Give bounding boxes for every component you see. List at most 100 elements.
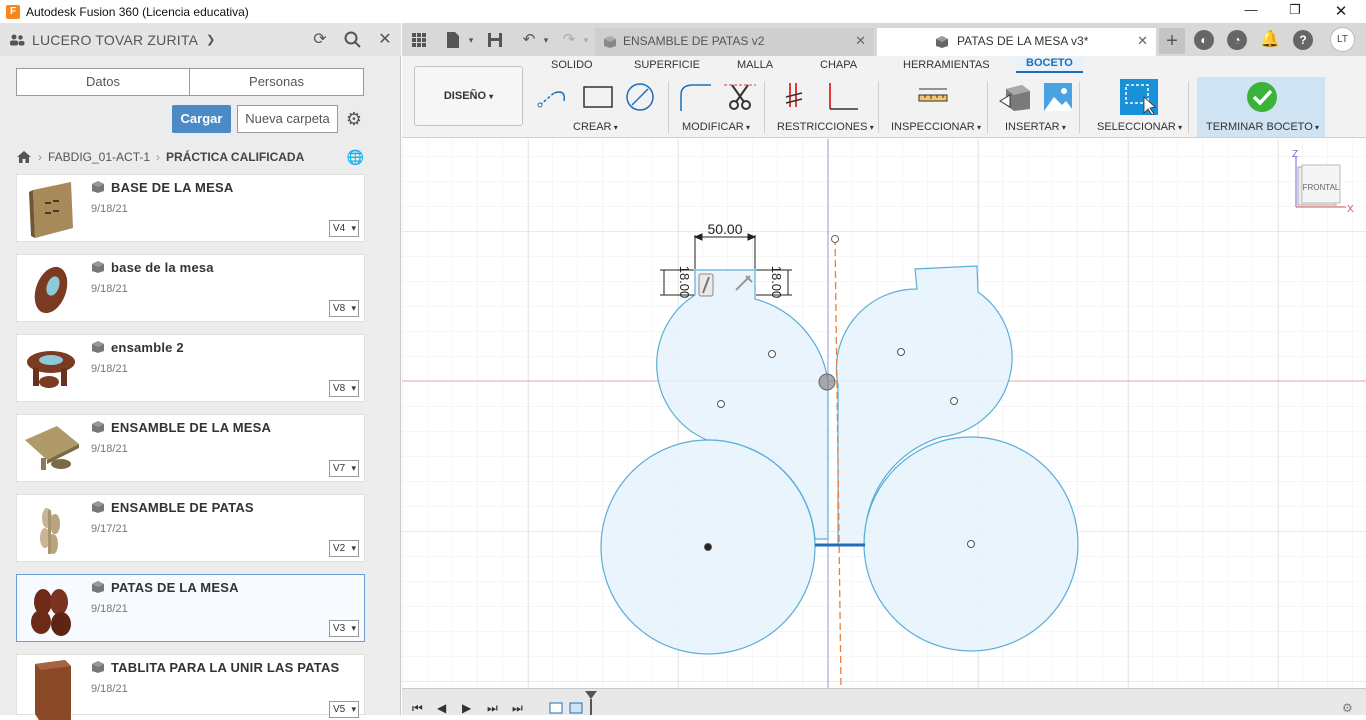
construction-endpoint[interactable] (831, 235, 839, 243)
chevron-down-icon[interactable]: ❯ (206, 33, 215, 46)
file-card-selected[interactable]: PATAS DE LA MESA 9/18/21 V3 (16, 574, 365, 642)
axis-x-label: X (1347, 204, 1354, 215)
step-back-icon[interactable]: ◀ (437, 701, 446, 715)
tab-solido[interactable]: SOLIDO (551, 59, 593, 71)
go-to-start-icon[interactable]: ⏮ (412, 701, 423, 716)
sketch-origin-point[interactable] (818, 373, 836, 391)
finish-sketch-button[interactable]: TERMINAR BOCETO (1206, 121, 1319, 133)
line-tool-icon[interactable] (536, 81, 572, 113)
breadcrumb-folder[interactable]: PRÁCTICA CALIFICADA (166, 150, 304, 164)
save-icon[interactable] (484, 29, 506, 51)
search-icon[interactable] (343, 30, 363, 50)
user-name-dropdown[interactable]: LUCERO TOVAR ZURITA (32, 32, 198, 48)
play-icon[interactable]: ▶ (462, 701, 471, 715)
extensions-icon[interactable]: ◐ (1194, 30, 1214, 50)
job-status-icon[interactable]: ◔ (1227, 30, 1247, 50)
component-icon (92, 581, 104, 593)
timeline-feature-icon[interactable] (548, 699, 564, 715)
tab-personas[interactable]: Personas (189, 68, 364, 96)
file-card[interactable]: BASE DE LA MESA 9/18/21 V4 (16, 174, 365, 242)
minimize-icon[interactable]: — (1241, 2, 1261, 20)
sketch-viewport[interactable]: 50.00 18.00 18.00 FRONTAL Z X (402, 139, 1366, 688)
new-folder-button[interactable]: Nueva carpeta (237, 105, 338, 133)
close-window-icon[interactable]: ✕ (1331, 2, 1351, 20)
version-dropdown[interactable]: V8 (329, 380, 359, 397)
timeline-sketch-icon[interactable] (568, 699, 584, 715)
breadcrumb-project[interactable]: FABDIG_01-ACT-1 (48, 150, 150, 164)
fixed-center-point[interactable] (704, 543, 712, 551)
file-card[interactable]: ENSAMBLE DE PATAS 9/17/21 V2 (16, 494, 365, 562)
go-to-end-icon[interactable]: ⏭ (512, 701, 523, 716)
group-seleccionar[interactable]: SELECCIONAR (1097, 121, 1182, 133)
tab-ensamble-de-patas[interactable]: ENSAMBLE DE PATAS v2 ✕ (595, 28, 874, 56)
group-insertar[interactable]: INSERTAR (1005, 121, 1066, 133)
new-tab-icon[interactable]: + (1159, 28, 1185, 54)
tab-patas-de-la-mesa[interactable]: PATAS DE LA MESA v3* ✕ (877, 28, 1156, 56)
close-panel-icon[interactable]: ✕ (375, 30, 395, 50)
restore-icon[interactable]: ❐ (1285, 2, 1305, 20)
file-name: BASE DE LA MESA (111, 180, 234, 195)
globe-icon[interactable]: 🌐 (347, 149, 364, 166)
help-icon[interactable]: ? (1293, 30, 1313, 50)
fillet-tool-icon[interactable] (677, 81, 713, 113)
workspace-dropdown[interactable]: DISEÑO ▾ (414, 66, 523, 126)
coincident-constraint-icon[interactable] (782, 81, 818, 113)
component-icon (92, 661, 104, 673)
version-dropdown[interactable]: V7 (329, 460, 359, 477)
group-inspeccionar[interactable]: INSPECCIONAR (891, 121, 981, 133)
tab-herramientas[interactable]: HERRAMIENTAS (903, 59, 990, 71)
tab-chapa[interactable]: CHAPA (820, 59, 857, 71)
version-dropdown[interactable]: V4 (329, 220, 359, 237)
view-cube-face-label[interactable]: FRONTAL (1303, 183, 1340, 192)
version-dropdown[interactable]: V5 (329, 701, 359, 718)
file-date: 9/18/21 (91, 603, 128, 615)
timeline-settings-icon[interactable]: ⚙ (1342, 701, 1353, 715)
file-name: ENSAMBLE DE LA MESA (111, 420, 272, 435)
file-date: 9/18/21 (91, 363, 128, 375)
close-tab-icon[interactable]: ✕ (855, 28, 866, 54)
grid-menu-icon[interactable] (408, 29, 430, 51)
file-card[interactable]: base de la mesa 9/18/21 V8 (16, 254, 365, 322)
version-dropdown[interactable]: V2 (329, 540, 359, 557)
group-restricciones[interactable]: RESTRICCIONES (777, 121, 874, 133)
dimension-right-label[interactable]: 18.00 (769, 266, 784, 299)
dimension-width-label[interactable]: 50.00 (707, 221, 742, 237)
finish-sketch-check-icon[interactable] (1244, 81, 1280, 113)
group-crear[interactable]: CREAR (573, 121, 618, 133)
perpendicular-constraint-icon[interactable] (826, 81, 862, 113)
refresh-icon[interactable]: ⟳ (310, 30, 330, 50)
rectangle-tool-icon[interactable] (580, 81, 616, 113)
avatar[interactable]: LT (1330, 27, 1355, 52)
upload-button[interactable]: Cargar (172, 105, 231, 133)
tab-boceto[interactable]: BOCETO (1016, 57, 1083, 73)
circle-tool-icon[interactable] (622, 81, 658, 113)
tab-datos[interactable]: Datos (16, 68, 190, 96)
tab-superficie[interactable]: SUPERFICIE (634, 59, 700, 71)
group-modificar[interactable]: MODIFICAR (682, 121, 750, 133)
undo-chevron-icon[interactable]: ▾ (535, 29, 557, 51)
file-date: 9/18/21 (91, 283, 128, 295)
timeline-marker[interactable] (584, 689, 598, 715)
version-dropdown[interactable]: V8 (329, 300, 359, 317)
measure-tool-icon[interactable] (915, 81, 951, 113)
file-card[interactable]: ENSAMBLE DE LA MESA 9/18/21 V7 (16, 414, 365, 482)
tab-malla[interactable]: MALLA (737, 59, 773, 71)
select-tool-icon[interactable] (1120, 79, 1158, 115)
version-dropdown[interactable]: V3 (329, 620, 359, 637)
step-forward-icon[interactable]: ⏭ (487, 701, 498, 716)
close-tab-icon[interactable]: ✕ (1137, 28, 1148, 54)
insert-image-icon[interactable] (1040, 81, 1076, 113)
dimension-left-label[interactable]: 18.00 (677, 266, 692, 299)
file-name: PATAS DE LA MESA (111, 580, 239, 595)
constraint-glyph-icon[interactable] (698, 273, 714, 297)
file-card[interactable]: TABLITA PARA LA UNIR LAS PATAS 9/18/21 V… (16, 654, 365, 720)
gear-icon[interactable]: ⚙ (344, 109, 364, 129)
sketch-canvas[interactable]: 50.00 18.00 18.00 FRONTAL Z X (402, 139, 1366, 688)
trim-scissors-icon[interactable] (722, 81, 758, 113)
home-icon[interactable] (16, 150, 32, 164)
redo-chevron-icon[interactable]: ▾ (575, 29, 597, 51)
file-card[interactable]: ensamble 2 9/18/21 V8 (16, 334, 365, 402)
file-menu-chevron-icon[interactable]: ▾ (460, 29, 482, 51)
insert-derive-icon[interactable] (998, 81, 1034, 113)
notifications-icon[interactable]: 🔔 (1259, 29, 1281, 51)
